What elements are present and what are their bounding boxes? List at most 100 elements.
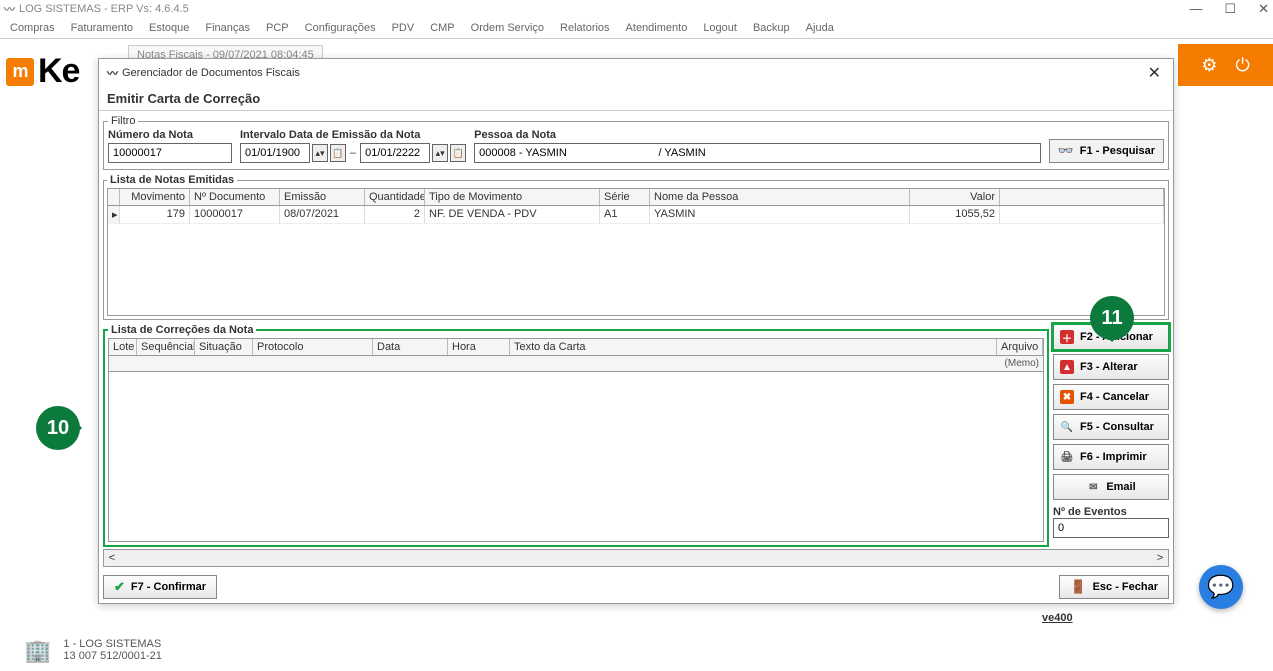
col-situacao[interactable]: Situação [195,339,253,355]
menu-cmp[interactable]: CMP [424,20,460,36]
col-quantidade[interactable]: Quantidade [365,189,425,205]
cell-movimento: 179 [120,206,190,224]
filtro-legend: Filtro [108,115,138,127]
alterar-button[interactable]: ▲ F3 - Alterar [1053,354,1169,380]
gerenciador-dialog: 〰 Gerenciador de Documentos Fiscais ✕ Em… [98,58,1174,604]
cancelar-button[interactable]: ✖ F4 - Cancelar [1053,384,1169,410]
header-accent-bar: ⚙ ⏻ [1178,44,1273,86]
correcoes-body[interactable] [108,372,1044,542]
dialog-icon: 〰 [107,65,118,81]
menu-faturamento[interactable]: Faturamento [65,20,139,36]
menu-atendimento[interactable]: Atendimento [620,20,694,36]
email-button[interactable]: ✉ Email [1053,474,1169,500]
alterar-label: F3 - Alterar [1080,361,1138,373]
horizontal-scrollbar[interactable]: < > [103,549,1169,567]
ve400-link[interactable]: ve400 [1042,612,1073,624]
data-ate-calendar-icon[interactable]: 📋 [450,144,466,162]
menu-backup[interactable]: Backup [747,20,796,36]
col-texto-carta[interactable]: Texto da Carta [510,339,997,355]
pesquisar-label: F1 - Pesquisar [1080,145,1155,157]
col-hora[interactable]: Hora [448,339,510,355]
data-de-calendar-icon[interactable]: 📋 [330,144,346,162]
consultar-button[interactable]: 🔍 F5 - Consultar [1053,414,1169,440]
eventos-input[interactable] [1053,518,1169,538]
company-block: 🏢 1 - LOG SISTEMAS 13 007 512/0001-21 [24,638,162,664]
data-de-spinner-icon[interactable]: ▴▾ [312,144,328,162]
window-controls: — ☐ ✕ [1189,1,1269,17]
eventos-label: Nº de Eventos [1053,506,1169,518]
col-valor[interactable]: Valor [910,189,1000,205]
col-protocolo[interactable]: Protocolo [253,339,373,355]
col-nome-pessoa[interactable]: Nome da Pessoa [650,189,910,205]
company-cnpj: 13 007 512/0001-21 [63,650,161,662]
imprimir-button[interactable]: 🖨 F6 - Imprimir [1053,444,1169,470]
data-ate-input[interactable] [360,143,430,163]
fechar-label: Esc - Fechar [1093,581,1158,593]
menu-relatorios[interactable]: Relatorios [554,20,616,36]
menu-ordem-servico[interactable]: Ordem Serviço [465,20,550,36]
chat-icon[interactable]: 💬 [1199,565,1243,609]
callout-10: 10 [36,406,80,450]
mail-icon: ✉ [1086,480,1100,494]
data-de-input[interactable] [240,143,310,163]
cell-serie: A1 [600,206,650,224]
check-icon: ✔ [114,579,125,595]
col-extra [1000,189,1164,205]
menu-financas[interactable]: Finanças [199,20,256,36]
imprimir-label: F6 - Imprimir [1080,451,1147,463]
cancel-icon: ✖ [1060,390,1074,404]
col-movimento[interactable]: Movimento [120,189,190,205]
cancelar-label: F4 - Cancelar [1080,391,1149,403]
col-data[interactable]: Data [373,339,448,355]
col-lote[interactable]: Lote [109,339,137,355]
table-row[interactable]: ▸ 179 10000017 08/07/2021 2 NF. DE VENDA… [108,206,1164,224]
menu-estoque[interactable]: Estoque [143,20,195,36]
email-label: Email [1106,481,1135,493]
col-documento[interactable]: Nº Documento [190,189,280,205]
scroll-left-icon[interactable]: < [104,552,120,564]
side-button-panel: ＋ F2 - Adicionar ▲ F3 - Alterar ✖ F4 - C… [1053,324,1169,547]
power-icon[interactable]: ⏻ [1235,55,1249,76]
menu-pcp[interactable]: PCP [260,20,295,36]
company-name: 1 - LOG SISTEMAS [63,638,161,650]
col-sequencial[interactable]: Sequêncial [137,339,195,355]
col-serie[interactable]: Série [600,189,650,205]
scroll-right-icon[interactable]: > [1152,552,1168,564]
app-icon: 〰 [4,1,15,17]
data-ate-spinner-icon[interactable]: ▴▾ [432,144,448,162]
numero-nota-input[interactable] [108,143,232,163]
minimize-icon[interactable]: — [1189,1,1202,17]
cell-valor: 1055,52 [910,206,1000,224]
menu-compras[interactable]: Compras [4,20,61,36]
brand-logo: mKe [6,52,79,91]
col-emissao[interactable]: Emissão [280,189,365,205]
app-title: LOG SISTEMAS - ERP Vs: 4.6.4.5 [19,3,1189,15]
cell-emissao: 08/07/2021 [280,206,365,224]
dialog-close-icon[interactable]: ✕ [1144,63,1165,83]
confirmar-label: F7 - Confirmar [131,581,206,593]
correcoes-legend: Lista de Correções da Nota [108,324,256,336]
confirmar-button[interactable]: ✔ F7 - Confirmar [103,575,217,599]
row-pointer-header [108,189,120,205]
filtro-fieldset: Filtro Número da Nota Intervalo Data de … [103,115,1169,170]
intervalo-label: Intervalo Data de Emissão da Nota [240,129,466,141]
cell-nome-pessoa: YASMIN [650,206,910,224]
lista-body[interactable]: ▸ 179 10000017 08/07/2021 2 NF. DE VENDA… [107,206,1165,316]
pessoa-label: Pessoa da Nota [474,129,1040,141]
close-icon[interactable]: ✕ [1258,1,1269,17]
cell-extra [1000,206,1164,224]
col-tipo-movimento[interactable]: Tipo de Movimento [425,189,600,205]
gear-icon[interactable]: ⚙ [1201,55,1217,76]
menu-logout[interactable]: Logout [697,20,743,36]
col-arquivo[interactable]: Arquivo [997,339,1043,355]
fechar-button[interactable]: 🚪 Esc - Fechar [1059,575,1169,599]
pesquisar-button[interactable]: 👓 F1 - Pesquisar [1049,139,1164,163]
menu-configuracoes[interactable]: Configurações [299,20,382,36]
pessoa-input[interactable] [474,143,1040,163]
lista-notas-fieldset: Lista de Notas Emitidas Movimento Nº Doc… [103,174,1169,320]
maximize-icon[interactable]: ☐ [1224,1,1236,17]
menu-ajuda[interactable]: Ajuda [800,20,840,36]
edit-icon: ▲ [1060,360,1074,374]
correcoes-fieldset: Lista de Correções da Nota Lote Sequênci… [103,324,1049,547]
menu-pdv[interactable]: PDV [386,20,421,36]
